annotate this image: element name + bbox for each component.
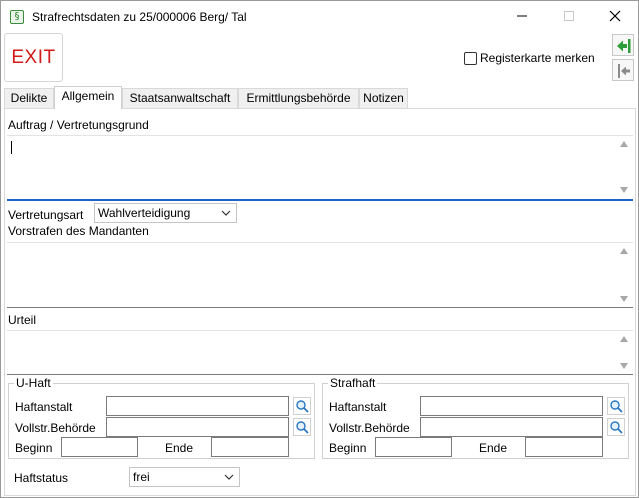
minimize-icon <box>517 15 527 17</box>
scroll-up-icon[interactable] <box>620 248 628 254</box>
tab-panel-allgemein: Auftrag / Vertretungsgrund Vertretungsar… <box>4 108 636 496</box>
strafhaft-end-input[interactable] <box>525 437 603 457</box>
strafhaft-facility-search-button[interactable] <box>607 397 625 415</box>
verdict-textarea[interactable] <box>7 330 633 374</box>
representation-type-select[interactable]: Wahlverteidigung <box>94 203 237 223</box>
tab-allgemein[interactable]: Allgemein <box>54 86 122 109</box>
scroll-down-icon[interactable] <box>620 187 628 193</box>
tab-delikte[interactable]: Delikte <box>4 88 54 108</box>
strafhaft-title: Strafhaft <box>328 376 378 390</box>
prior-convictions-label: Vorstrafen des Mandanten <box>8 224 149 238</box>
remember-tab-label: Registerkarte merken <box>480 51 595 65</box>
order-reason-scrollbar[interactable] <box>616 136 633 198</box>
minimize-button[interactable] <box>499 1 545 32</box>
return-button[interactable] <box>612 59 634 81</box>
strafhaft-enforcement-label: Vollstr.Behörde <box>329 421 410 435</box>
u-haft-group: U-Haft Haftanstalt Vollstr.Behörde Begin… <box>8 376 315 459</box>
u-haft-end-input[interactable] <box>211 437 289 457</box>
search-icon <box>610 400 623 413</box>
strafhaft-group: Strafhaft Haftanstalt Vollstr.Behörde Be… <box>322 376 629 459</box>
u-haft-facility-label: Haftanstalt <box>15 400 73 414</box>
arrow-left-enter-icon <box>617 39 631 53</box>
u-haft-facility-search-button[interactable] <box>293 397 311 415</box>
representation-type-label: Vertretungsart <box>8 208 84 222</box>
strafhaft-end-label: Ende <box>479 441 508 455</box>
arrow-left-exit-icon <box>618 64 630 78</box>
custody-status-select[interactable]: frei <box>129 467 240 487</box>
strafhaft-enforcement-search-button[interactable] <box>607 418 625 436</box>
scroll-down-icon[interactable] <box>620 363 628 369</box>
strafhaft-begin-input[interactable] <box>375 437 452 457</box>
text-caret <box>11 141 12 154</box>
u-haft-enforcement-label: Vollstr.Behörde <box>15 421 96 435</box>
remember-tab-option[interactable]: Registerkarte merken <box>464 51 595 65</box>
tab-strip: Delikte Allgemein Staatsanwaltschaft Erm… <box>4 86 636 109</box>
verdict-label: Urteil <box>8 313 37 327</box>
dialog-window: § Strafrechtsdaten zu 25/000006 Berg/ Ta… <box>0 0 639 498</box>
save-and-return-button[interactable] <box>612 34 634 56</box>
search-icon <box>610 421 623 434</box>
verdict-scrollbar[interactable] <box>616 331 633 374</box>
tab-staatsanwaltschaft[interactable]: Staatsanwaltschaft <box>122 88 238 108</box>
prior-convictions-scrollbar[interactable] <box>616 243 633 307</box>
u-haft-enforcement-input[interactable] <box>106 417 289 437</box>
u-haft-end-label: Ende <box>165 441 194 455</box>
u-haft-begin-label: Beginn <box>15 441 53 455</box>
verdict-underline <box>7 374 633 375</box>
order-reason-textarea[interactable] <box>7 135 633 198</box>
strafhaft-begin-label: Beginn <box>329 441 367 455</box>
strafhaft-facility-input[interactable] <box>420 396 603 416</box>
title-bar: § Strafrechtsdaten zu 25/000006 Berg/ Ta… <box>1 1 638 32</box>
u-haft-begin-input[interactable] <box>61 437 138 457</box>
maximize-icon <box>564 11 574 21</box>
remember-tab-checkbox[interactable] <box>464 51 477 65</box>
scroll-up-icon[interactable] <box>620 141 628 147</box>
window-title: Strafrechtsdaten zu 25/000006 Berg/ Tal <box>32 10 247 24</box>
search-icon <box>296 421 309 434</box>
search-icon <box>296 400 309 413</box>
custody-status-value: frei <box>133 470 150 484</box>
strafhaft-enforcement-input[interactable] <box>420 417 603 437</box>
close-button[interactable] <box>592 1 638 32</box>
u-haft-facility-input[interactable] <box>106 396 289 416</box>
chevron-down-icon <box>224 474 234 480</box>
u-haft-title: U-Haft <box>14 376 53 390</box>
close-icon <box>609 10 621 22</box>
scroll-down-icon[interactable] <box>620 296 628 302</box>
order-reason-label: Auftrag / Vertretungsgrund <box>8 118 149 132</box>
exit-button[interactable]: EXIT <box>4 33 63 82</box>
scroll-up-icon[interactable] <box>620 336 628 342</box>
custody-status-label: Haftstatus <box>14 471 69 485</box>
focus-underline <box>7 199 633 201</box>
prior-convictions-textarea[interactable] <box>7 242 633 307</box>
u-haft-enforcement-search-button[interactable] <box>293 418 311 436</box>
tab-notizen[interactable]: Notizen <box>359 88 408 108</box>
chevron-down-icon <box>221 210 231 216</box>
paragraph-icon: § <box>10 10 24 24</box>
representation-type-value: Wahlverteidigung <box>98 206 191 220</box>
maximize-button[interactable] <box>546 1 592 32</box>
tab-ermittlungsbehoerde[interactable]: Ermittlungsbehörde <box>238 88 359 108</box>
strafhaft-facility-label: Haftanstalt <box>329 400 387 414</box>
prior-convictions-underline <box>7 307 633 308</box>
